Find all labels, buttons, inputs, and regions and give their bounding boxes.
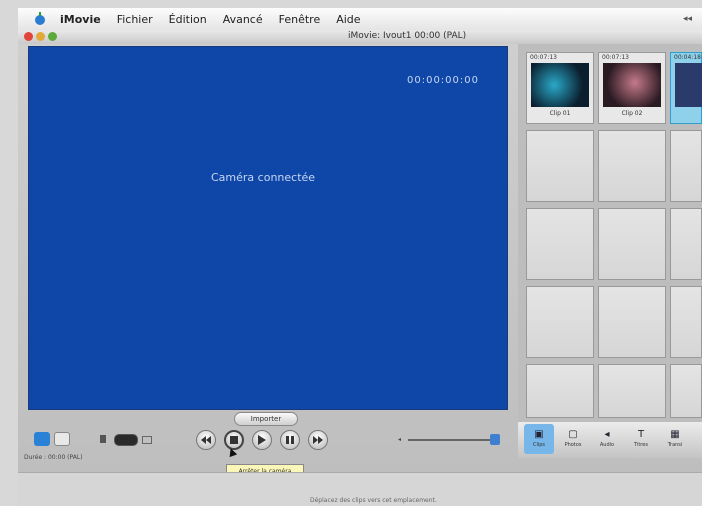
video-monitor: 00:00:00:00 Caméra connectée: [28, 46, 508, 410]
empty-clip-cell[interactable]: [598, 286, 666, 358]
tool-label: Transi: [667, 442, 683, 448]
rewind-button[interactable]: [196, 430, 216, 450]
menu-aide[interactable]: Aide: [336, 13, 360, 26]
menu-fichier[interactable]: Fichier: [117, 13, 153, 26]
clip-cell-selected[interactable]: 00:04:18: [670, 52, 702, 124]
camera-icon: [100, 435, 106, 443]
clip-cell[interactable]: 00:07:13 Clip 01: [526, 52, 594, 124]
edit-mode-icon: [142, 436, 152, 444]
zoom-button[interactable]: [48, 32, 57, 41]
clip-cell[interactable]: 00:07:13 Clip 02: [598, 52, 666, 124]
empty-clip-cell[interactable]: [526, 130, 594, 202]
clip-duration: 00:07:13: [602, 54, 629, 61]
empty-clip-cell[interactable]: [670, 130, 702, 202]
play-icon: [258, 435, 266, 445]
importer-button[interactable]: Importer: [234, 412, 298, 426]
menu-bar: iMovie Fichier Édition Avancé Fenêtre Ai…: [18, 8, 702, 31]
duration-status: Durée : 00:00 (PAL): [24, 454, 83, 461]
clip-shelf: 00:07:13 Clip 01 00:07:13 Clip 02 00:04:…: [518, 44, 702, 422]
empty-clip-cell[interactable]: [670, 208, 702, 280]
pause-button[interactable]: [280, 430, 300, 450]
rewind-icon: [201, 436, 211, 444]
menu-edition[interactable]: Édition: [169, 13, 207, 26]
tool-label: Titres: [634, 442, 648, 448]
audio-icon: ◂: [604, 429, 610, 440]
empty-clip-cell[interactable]: [598, 208, 666, 280]
window-titlebar: iMovie: Ivout1 00:00 (PAL): [18, 30, 702, 45]
tool-transitions[interactable]: ▦ Transi: [660, 424, 690, 454]
minimize-button[interactable]: [36, 32, 45, 41]
timecode: 00:00:00:00: [406, 75, 479, 86]
menu-imovie[interactable]: iMovie: [60, 13, 101, 26]
tool-clips[interactable]: ▣ Clips: [524, 424, 554, 454]
clip-thumbnail: [603, 63, 661, 107]
menu-avance[interactable]: Avancé: [223, 13, 263, 26]
camera-status-text: Caméra connectée: [211, 171, 316, 184]
titles-icon: T: [637, 429, 645, 440]
fast-forward-icon: [313, 436, 323, 444]
tool-audio[interactable]: ◂ Audio: [592, 424, 622, 454]
play-button[interactable]: [252, 430, 272, 450]
empty-clip-cell[interactable]: [670, 364, 702, 418]
pane-toolbar: ▣ Clips ▢ Photos ◂ Audio T Titres ▦ Tran…: [518, 422, 702, 458]
empty-clip-cell[interactable]: [526, 286, 594, 358]
clip-name: Clip 02: [621, 110, 643, 117]
empty-clip-cell[interactable]: [526, 208, 594, 280]
tool-titles[interactable]: T Titres: [626, 424, 656, 454]
tool-label: Clips: [532, 442, 546, 448]
volume-low-icon: ◂: [398, 436, 402, 443]
empty-clip-cell[interactable]: [598, 130, 666, 202]
window-title: iMovie: Ivout1 00:00 (PAL): [348, 31, 467, 41]
fast-forward-button[interactable]: [308, 430, 328, 450]
window-controls: [24, 32, 57, 41]
tool-photos[interactable]: ▢ Photos: [558, 424, 588, 454]
imovie-window: 00:00:00:00 Caméra connectée 00:07:13 Cl…: [18, 44, 702, 506]
volume-slider-knob[interactable]: [490, 434, 500, 445]
transport-controls: Importer ◂: [18, 408, 518, 460]
timeline-view-icon[interactable]: [54, 432, 70, 446]
clip-viewer-timeline[interactable]: Déplacez des clips vers cet emplacement.: [18, 472, 702, 506]
stop-icon: [230, 436, 238, 444]
tool-label: Photos: [564, 442, 582, 448]
clip-thumbnail: [675, 63, 702, 107]
clip-view-icon[interactable]: [34, 432, 50, 446]
volume-slider[interactable]: [408, 439, 492, 441]
clip-duration: 00:04:18: [674, 54, 701, 61]
empty-clip-cell[interactable]: [598, 364, 666, 418]
close-button[interactable]: [24, 32, 33, 41]
photos-icon: ▢: [568, 429, 578, 440]
pause-icon: [286, 436, 294, 444]
empty-clip-cell[interactable]: [526, 364, 594, 418]
timeline-hint: Déplacez des clips vers cet emplacement.: [310, 497, 437, 504]
menu-fenetre[interactable]: Fenêtre: [279, 13, 321, 26]
mode-toggle-switch[interactable]: [114, 434, 138, 446]
clips-icon: ▣: [534, 429, 544, 440]
apple-icon[interactable]: [30, 11, 50, 27]
empty-clip-cell[interactable]: [670, 286, 702, 358]
clip-name: Clip 01: [549, 110, 571, 117]
tool-label: Audio: [599, 442, 615, 448]
clip-thumbnail: [531, 63, 589, 107]
clip-duration: 00:07:13: [530, 54, 557, 61]
menu-extra: ◂◂: [682, 14, 692, 24]
transitions-icon: ▦: [670, 429, 680, 440]
